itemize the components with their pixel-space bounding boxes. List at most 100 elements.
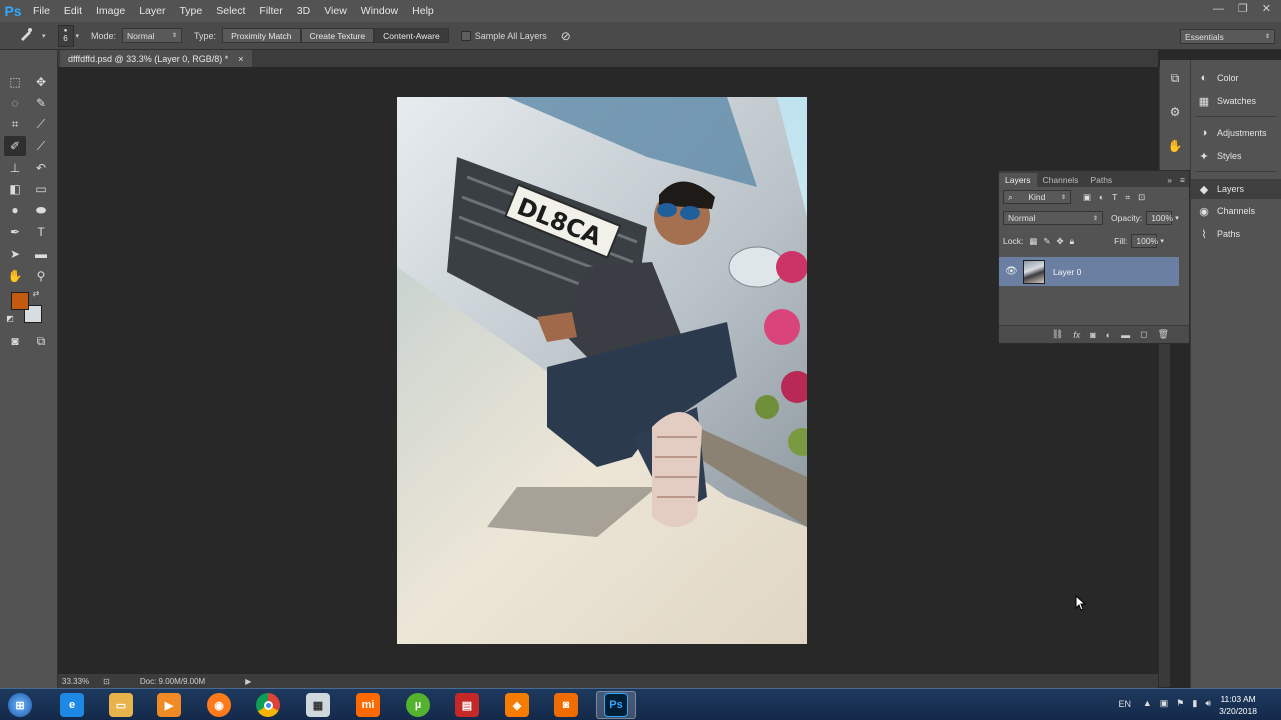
action-center-icon[interactable]: ⚑ (1176, 698, 1184, 709)
add-mask-icon[interactable]: ◙ (1090, 330, 1095, 340)
close-tab-button[interactable]: × (238, 54, 243, 64)
filter-kind-select[interactable]: ⌕ Kind ⇕ (1003, 190, 1071, 204)
taskbar-calculator[interactable]: ▦ (298, 691, 338, 719)
menu-view[interactable]: View (317, 0, 354, 22)
layer-style-fx-icon[interactable]: fx (1073, 330, 1080, 340)
lock-all-icon[interactable]: 🔒︎ (1070, 236, 1075, 247)
menu-file[interactable]: File (26, 0, 57, 22)
eyedropper-tool-icon[interactable]: ⟋ (30, 114, 52, 134)
panel-menu-icon[interactable]: ≡ (1176, 173, 1189, 187)
menu-3d[interactable]: 3D (290, 0, 317, 22)
start-button[interactable]: ⊞ (2, 691, 38, 719)
new-group-icon[interactable]: ▬ (1121, 330, 1130, 340)
paths-panel-button[interactable]: ⌇ Paths (1191, 224, 1281, 244)
marquee-tool-icon[interactable]: ⬚ (4, 72, 26, 92)
delete-layer-icon[interactable]: 🗑︎ (1158, 329, 1169, 340)
menu-image[interactable]: Image (89, 0, 132, 22)
screen-mode-icon[interactable]: ⧉ (30, 331, 52, 351)
new-adjustment-layer-icon[interactable]: ◐ (1106, 330, 1111, 340)
healing-brush-tool-preset-icon[interactable] (18, 26, 40, 45)
zoom-tool-icon[interactable]: ⚲ (30, 266, 52, 286)
pixel-filter-icon[interactable]: ▣ (1083, 192, 1091, 203)
eraser-tool-icon[interactable]: ◧ (4, 179, 26, 199)
lock-position-icon[interactable]: ✥ (1056, 236, 1063, 247)
close-button[interactable]: ✕ (1262, 0, 1271, 18)
swatches-panel-button[interactable]: ▦ Swatches (1191, 91, 1281, 111)
taskbar-explorer[interactable]: ▭ (101, 691, 141, 719)
menu-window[interactable]: Window (354, 0, 405, 22)
zoom-level[interactable]: 33.33% (62, 677, 89, 686)
taskbar-media-player[interactable]: ▶ (149, 691, 189, 719)
properties-panel-icon[interactable]: ⚙ (1164, 102, 1186, 122)
visibility-eye-icon[interactable]: 👁︎ (1005, 266, 1018, 277)
brush-presets-panel-icon[interactable]: ✋ (1164, 136, 1186, 156)
blend-mode-select[interactable]: Normal ⇕ (1003, 211, 1103, 225)
document-image[interactable]: DL8CA (397, 97, 807, 644)
show-hidden-icons-icon[interactable]: ▲ (1143, 698, 1152, 709)
status-menu-arrow-icon[interactable]: ▶ (245, 677, 251, 686)
menu-edit[interactable]: Edit (57, 0, 89, 22)
tool-preset-dropdown-icon[interactable]: ▾ (42, 32, 46, 40)
pen-tool-icon[interactable]: ✒ (4, 222, 26, 242)
swap-colors-icon[interactable]: ⇄ (30, 287, 42, 299)
move-tool-icon[interactable]: ✥ (30, 72, 52, 92)
content-aware-button[interactable]: Content-Aware (374, 28, 449, 43)
foreground-color-swatch[interactable] (11, 292, 29, 310)
brush-picker-dropdown-icon[interactable]: ▾ (76, 32, 80, 40)
smart-object-filter-icon[interactable]: ⊡ (1138, 192, 1145, 203)
spot-healing-brush-tool-icon[interactable]: ✐ (4, 136, 26, 156)
hand-tool-icon[interactable]: ✋ (4, 266, 26, 286)
type-filter-icon[interactable]: T (1112, 192, 1117, 202)
menu-filter[interactable]: Filter (252, 0, 289, 22)
menu-layer[interactable]: Layer (132, 0, 172, 22)
volume-icon[interactable]: 🔊︎ (1205, 698, 1211, 709)
path-selection-tool-icon[interactable]: ➤ (4, 244, 26, 264)
history-panel-icon[interactable]: ⧉ (1164, 68, 1186, 88)
adjustments-panel-button[interactable]: ◑ Adjustments (1191, 123, 1281, 143)
quick-selection-tool-icon[interactable]: ✎ (30, 93, 52, 113)
default-colors-icon[interactable]: ◩ (4, 312, 16, 324)
rectangle-tool-icon[interactable]: ▬ (30, 244, 52, 264)
clone-stamp-tool-icon[interactable]: ⊥ (4, 158, 26, 178)
collapse-panel-icon[interactable]: » (1163, 173, 1176, 187)
tab-paths[interactable]: Paths (1084, 173, 1118, 187)
type-tool-icon[interactable]: T (30, 222, 52, 242)
taskbar-app-orange[interactable]: ◈ (497, 691, 537, 719)
lasso-tool-icon[interactable]: ◌ (4, 93, 26, 113)
power-icon[interactable]: ▮ (1192, 698, 1197, 709)
quick-mask-icon[interactable]: ◙ (4, 331, 26, 351)
fill-input[interactable]: 100% (1131, 234, 1158, 248)
layer-name[interactable]: Layer 0 (1053, 267, 1081, 277)
tab-channels[interactable]: Channels (1037, 173, 1085, 187)
lock-transparent-icon[interactable]: ▦ (1029, 236, 1037, 247)
fill-dropdown-icon[interactable]: ▾ (1160, 237, 1164, 245)
proximity-match-button[interactable]: Proximity Match (222, 28, 301, 43)
taskbar-utorrent[interactable]: µ (398, 691, 438, 719)
taskbar-screenshot[interactable]: ◙ (546, 691, 586, 719)
taskbar-chrome[interactable] (248, 691, 288, 719)
taskbar-toolbox[interactable]: ▤ (447, 691, 487, 719)
pressure-size-icon[interactable]: ⊘ (561, 29, 571, 43)
sample-all-layers-checkbox[interactable] (460, 30, 471, 41)
workspace-select[interactable]: Essentials ⇕ (1180, 29, 1275, 44)
tab-layers[interactable]: Layers (999, 173, 1037, 187)
layer-row[interactable]: 👁︎ Layer 0 (999, 257, 1179, 286)
canvas-area[interactable]: DL8CA (58, 67, 1158, 674)
opacity-input[interactable]: 100% (1146, 211, 1173, 225)
lock-image-icon[interactable]: ✎ (1043, 236, 1050, 247)
crop-tool-icon[interactable]: ⌗ (4, 114, 26, 134)
history-brush-tool-icon[interactable]: ↶ (30, 158, 52, 178)
minimize-button[interactable]: — (1213, 0, 1224, 18)
shape-filter-icon[interactable]: ⌗ (1125, 192, 1130, 203)
taskbar-firefox[interactable]: ◉ (199, 691, 239, 719)
taskbar-mi[interactable]: mi (348, 691, 388, 719)
opacity-dropdown-icon[interactable]: ▾ (1175, 214, 1179, 222)
document-tab[interactable]: dfffdffd.psd @ 33.3% (Layer 0, RGB/8) * … (60, 50, 252, 67)
channels-panel-button[interactable]: ◉ Channels (1191, 201, 1281, 221)
mode-select[interactable]: Normal ⇕ (122, 28, 183, 43)
new-layer-icon[interactable]: ◻ (1140, 329, 1147, 340)
taskbar-ie[interactable]: e (52, 691, 92, 719)
brush-tool-icon[interactable]: ⟋ (30, 136, 52, 156)
link-layers-icon[interactable]: ⛓︎ (1052, 329, 1063, 340)
language-indicator[interactable]: EN (1118, 699, 1131, 709)
